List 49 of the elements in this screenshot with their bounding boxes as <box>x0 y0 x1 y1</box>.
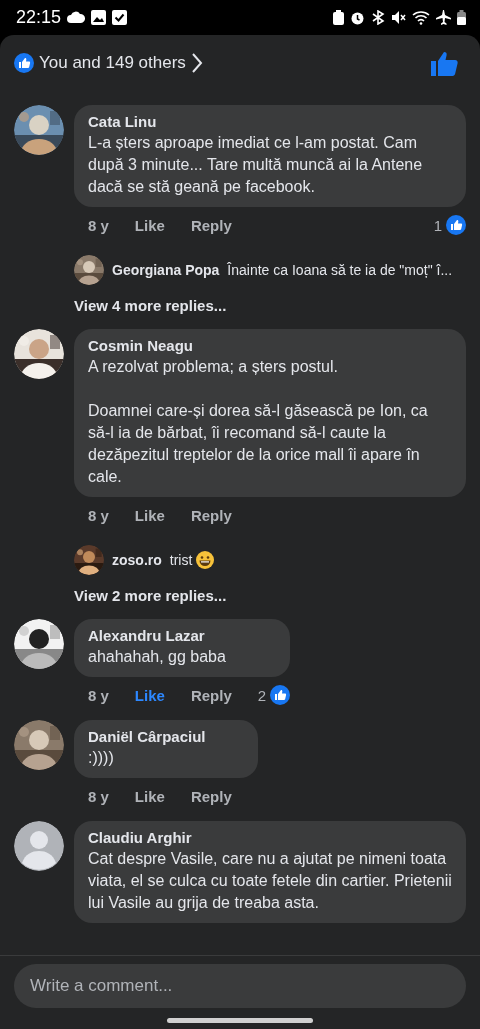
like-icon <box>446 215 466 235</box>
reply-author[interactable]: zoso.ro <box>112 552 162 568</box>
comment-field[interactable]: Write a comment... <box>14 964 466 1008</box>
reply-link[interactable]: Reply <box>190 686 232 704</box>
reactions-link[interactable]: You and 149 others <box>14 53 203 73</box>
reply-text: Înainte ca Ioana să te ia de "moț" î... <box>227 262 453 278</box>
battery-icon <box>457 9 466 25</box>
like-count: 2 <box>257 686 267 704</box>
comment-text: A rezolvat problema; a șters postul. <box>88 357 339 377</box>
reply-link[interactable]: Reply <box>190 216 232 234</box>
like-icon <box>270 685 291 705</box>
checkbox-icon <box>112 9 128 25</box>
like-link[interactable]: Like <box>134 216 165 234</box>
like-link[interactable]: Like <box>134 506 165 524</box>
comment-time: 8 y <box>88 787 109 805</box>
comment-time: 8 y <box>88 506 109 524</box>
view-more-replies-link[interactable]: View 2 more replies... <box>74 587 466 604</box>
comment-text: L-a șters aproape imediat ce l-am postat. Cam după 3 minute... Tare multă muncă ai la Antene dacă se stă geană pe facebook. <box>88 133 424 197</box>
chevron-right-icon <box>190 53 203 73</box>
commenter-name[interactable]: Daniël Cârpaciul <box>88 728 244 745</box>
commenter-name[interactable]: Claudiu Arghir <box>88 829 452 846</box>
reply-author[interactable]: Georgiana Popa <box>112 262 220 278</box>
airplane-icon <box>436 9 451 25</box>
image-icon <box>91 9 107 25</box>
comment-text: ahahahah, gg baba <box>88 647 227 667</box>
comment-text: Doamnei care-și dorea să-l găsească pe Ion, ca să-l ia de bărbat, îi recomand să-l caute la dezăpezitul treptelor de la orice mall îi apare în cale. <box>88 401 429 487</box>
reply-link[interactable]: Reply <box>190 506 232 524</box>
comment-time: 8 y <box>88 686 109 704</box>
mute-icon <box>391 9 406 25</box>
bluetooth-icon <box>371 9 385 25</box>
comment-text: :)))) <box>88 748 115 768</box>
like-count: 1 <box>433 216 442 234</box>
like-icon[interactable] <box>430 50 458 76</box>
commenter-name[interactable]: Alexandru Lazar <box>88 627 277 644</box>
like-link[interactable]: Like <box>134 787 165 805</box>
like-reaction-icon <box>14 53 34 73</box>
wifi-icon <box>412 9 430 25</box>
reply-text: trist <box>169 552 193 568</box>
commenter-name[interactable]: Cosmin Neagu <box>88 337 452 354</box>
clock-time: 22:15 <box>16 6 62 28</box>
reply-link[interactable]: Reply <box>190 787 232 805</box>
cloud-icon <box>67 10 86 24</box>
view-more-replies-link[interactable]: View 4 more replies... <box>74 297 466 314</box>
comment-text: Cat despre Vasile, care nu a ajutat pe nimeni toata viata, el se culca cu toate fetele din cartier. Prietenii lui Vasile au grija de treaba asta. <box>88 849 452 913</box>
battery-saver-icon <box>333 9 344 25</box>
avatar-icon <box>14 821 64 871</box>
comment-time: 8 y <box>88 216 109 234</box>
commenter-name[interactable]: Cata Linu <box>88 113 452 130</box>
like-link[interactable]: Like <box>134 686 165 704</box>
